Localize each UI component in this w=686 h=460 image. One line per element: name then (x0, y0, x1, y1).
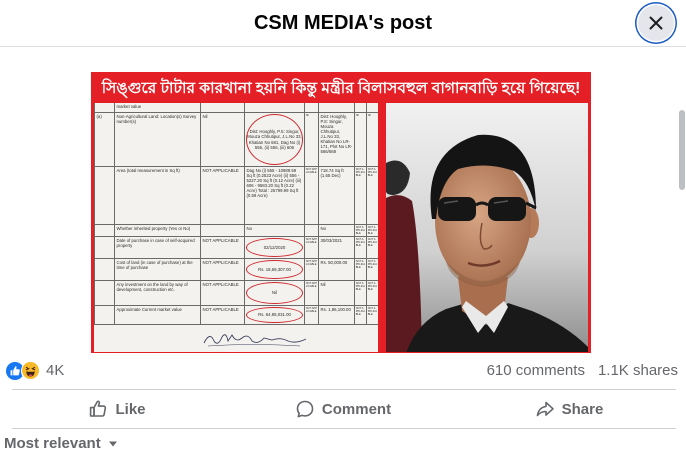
table-cell: NOT APPLICABLE (355, 167, 367, 225)
engagement-counts: 610 comments 1.1K shares (487, 361, 678, 381)
action-bar: Like Comment Share (4, 392, 682, 426)
table-cell: NOT APPLICABLE (367, 167, 378, 225)
table-cell: NOT APPLICABLE (305, 306, 319, 325)
table-cell: 718.74 Sq ft (1.65 Dec) (319, 167, 355, 225)
haha-reaction-icon (21, 361, 41, 381)
table-cell (95, 103, 115, 113)
table-cell: Dist: Hooghly, P.S: Singur, Mouza Chhuti… (319, 113, 355, 167)
comment-label: Comment (321, 400, 392, 418)
table-cell: Nil (245, 281, 305, 306)
divider (12, 389, 676, 390)
table-cell: Rs. 1,86,100.00 (319, 306, 355, 325)
share-button[interactable]: Share (456, 392, 682, 426)
table-cell: NOT APPLICABLE (355, 306, 367, 325)
table-cell: Nil (355, 113, 367, 167)
post-image[interactable]: সিঙ্গুরে টাটার কারখানা হয়নি কিন্তু মন্ত… (91, 72, 591, 353)
table-cell (95, 281, 115, 306)
like-button[interactable]: Like (4, 392, 230, 426)
table-cell (201, 225, 245, 237)
table-cell: NOT APPLICABLE (355, 259, 367, 281)
reaction-count[interactable]: 4K (46, 361, 64, 381)
table-cell (95, 259, 115, 281)
table-cell: Area (total measurement in Sq ft) (115, 167, 201, 225)
table-cell: 30/03/2021 (319, 237, 355, 259)
table-cell: NOT APPLICABLE (201, 281, 245, 306)
table-cell: Rs. 50,000.00 (319, 259, 355, 281)
affidavit-table: market value (a) Non-Agricultural Land: Lo… (94, 103, 378, 325)
table-cell: NOT APPLICABLE (367, 226, 378, 237)
image-headline: সিঙ্গুরে টাটার কারখানা হয়নি কিন্তু মন্ত… (101, 80, 581, 97)
table-cell: NOT APPLICABLE (201, 237, 245, 259)
comment-icon (296, 400, 314, 418)
table-cell: NOT APPLICABLE (305, 237, 319, 259)
table-cell: Approximate Current market value (115, 306, 201, 325)
table-cell: NOT APPLICABLE (367, 306, 378, 325)
divider (12, 428, 676, 429)
table-cell: Rs. 64,85,031.00 (245, 306, 305, 325)
table-cell: Nil (201, 113, 245, 167)
dialog-title: CSM MEDIA's post (253, 12, 433, 34)
scrollbar-thumb[interactable] (679, 110, 685, 190)
table-cell (367, 103, 378, 113)
table-cell: Dag No (i) 555 - 10989.59 Sq ft (0.2523 … (245, 167, 305, 225)
share-icon (536, 401, 554, 417)
portrait-man-in-sunglasses (386, 103, 588, 352)
table-cell: NOT APPLICABLE (305, 281, 319, 306)
comments-sort-label: Most relevant (4, 435, 101, 452)
table-cell (305, 103, 319, 113)
table-cell: NOT APPLICABLE (305, 259, 319, 281)
table-cell (95, 237, 115, 259)
table-cell: Dist: Hooghly, P.S: Singur, Mouza Chhuti… (245, 113, 305, 167)
table-cell: No (245, 225, 305, 237)
close-icon (649, 16, 663, 30)
table-cell: Whether inherited property (Yes or No) (115, 225, 201, 237)
table-cell: Date of purchase in case of self-acquire… (115, 237, 201, 259)
close-button[interactable] (638, 5, 674, 41)
table-cell: Any investment on the land by way of dev… (115, 281, 201, 306)
table-cell: 02/12/2020 (245, 237, 305, 259)
comment-button[interactable]: Comment (230, 392, 456, 426)
table-cell: NOT APPLICABLE (355, 225, 367, 237)
affidavit-document: market value (a) Non-Agricultural Land: Lo… (94, 103, 378, 352)
table-cell (95, 306, 115, 325)
table-cell: NOT APPLICABLE (201, 167, 245, 225)
thumbs-up-icon (90, 400, 107, 417)
table-cell: NOT APPLICABLE (367, 281, 378, 306)
table-cell: NOT APPLICABLE (201, 306, 245, 325)
caret-down-icon (108, 441, 117, 447)
table-cell: NOT APPLICABLE (305, 167, 319, 225)
table-cell: NOT APPLICABLE (355, 237, 367, 259)
comments-sort-dropdown[interactable]: Most relevant (4, 434, 118, 454)
reaction-summary[interactable] (5, 361, 45, 381)
table-cell (95, 225, 115, 237)
table-cell: Nil (367, 113, 378, 167)
table-cell: Nil (305, 113, 319, 167)
table-cell (355, 103, 367, 113)
table-cell (319, 103, 355, 113)
table-cell: NOT APPLICABLE (355, 281, 367, 306)
comments-count-link[interactable]: 610 comments (487, 361, 585, 381)
table-cell: Non-Agricultural Land: Location(s) Surve… (115, 113, 201, 167)
table-cell: NOT APPLICABLE (367, 259, 378, 281)
table-cell: (a) (95, 113, 115, 167)
table-cell: Cost of land (in case of purchase) at th… (115, 259, 201, 281)
table-cell: Rs. 18,69,307.00 (245, 259, 305, 281)
table-cell: NOT APPLICABLE (367, 237, 378, 259)
handwritten-signature (203, 334, 307, 347)
share-label: Share (561, 400, 604, 418)
dialog-header: CSM MEDIA's post (0, 0, 686, 47)
like-label: Like (115, 400, 146, 418)
table-cell (201, 103, 245, 113)
table-cell (95, 167, 115, 225)
portrait-photo (386, 103, 588, 352)
table-cell (305, 225, 319, 237)
shares-count-link[interactable]: 1.1K shares (598, 361, 678, 381)
table-cell: NOT APPLICABLE (201, 259, 245, 281)
table-cell: Nil (319, 281, 355, 306)
table-cell (245, 103, 305, 113)
table-cell: No (319, 225, 355, 237)
table-cell: market value (115, 103, 201, 113)
